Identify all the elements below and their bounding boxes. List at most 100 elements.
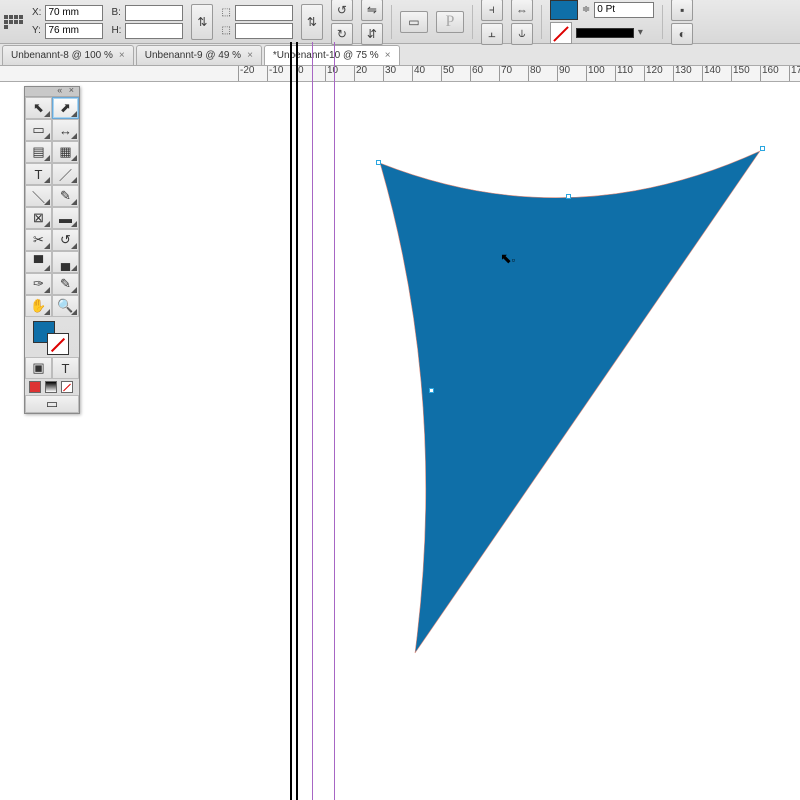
content-place-tool[interactable]: ▦ [52, 141, 79, 163]
handle-t[interactable] [566, 194, 571, 199]
ruler-tick: 10 [325, 66, 338, 82]
ruler-tick: 30 [383, 66, 396, 82]
ruler-tick: -10 [267, 66, 283, 82]
pen-tool[interactable]: ＼ [25, 185, 52, 207]
ruler-horizontal: -20-100102030405060708090100110120130140… [0, 66, 800, 82]
scale-y-input[interactable] [235, 23, 293, 39]
ruler-tick: 20 [354, 66, 367, 82]
flip-h-icon[interactable]: ⇋ [361, 0, 383, 21]
document-tabs: Unbenannt-8 @ 100 %×Unbenannt-9 @ 49 %×*… [0, 44, 800, 66]
tab-2[interactable]: *Unbenannt-10 @ 75 %× [264, 45, 400, 65]
rectangle-frame-tool[interactable]: ⊠ [25, 207, 52, 229]
handle-tl[interactable] [376, 160, 381, 165]
ruler-tick: 150 [731, 66, 750, 82]
apply-color[interactable] [29, 381, 41, 393]
page-edge-left [290, 42, 292, 800]
fill-stroke-proxy[interactable] [25, 317, 79, 357]
h-input[interactable] [125, 23, 183, 39]
handle-l[interactable] [429, 388, 434, 393]
scale-fields: ⬚ ⬚ [221, 5, 292, 39]
rotate-ccw-icon[interactable]: ↺ [331, 0, 353, 21]
w-label: B: [111, 7, 121, 18]
page-tool[interactable]: ▭ [25, 119, 52, 141]
opacity-icon[interactable]: ◐ [671, 23, 693, 45]
stroke-swatch[interactable] [550, 22, 572, 44]
x-input[interactable] [45, 5, 103, 21]
ruler-tick: 80 [528, 66, 541, 82]
close-icon[interactable]: × [247, 50, 253, 61]
ruler-tick: 100 [586, 66, 605, 82]
align-1-icon[interactable]: ⫞ [481, 0, 503, 21]
line-tool[interactable]: ／ [52, 163, 79, 185]
distribute-1-icon[interactable]: ⇔ [511, 0, 533, 21]
select-content-icon[interactable]: P [436, 11, 464, 33]
selected-shape[interactable] [370, 148, 770, 668]
selection-tool[interactable]: ⬉ [25, 97, 52, 119]
stroke-style-menu-icon[interactable]: ▾ [638, 27, 643, 38]
ruler-tick: 160 [760, 66, 779, 82]
align-2-icon[interactable]: ⫠ [481, 23, 503, 45]
handle-tr[interactable] [760, 146, 765, 151]
stroke-style[interactable] [576, 28, 634, 38]
h-label: H: [111, 25, 121, 36]
size-fields: B: H: [111, 5, 183, 39]
reference-point-icon[interactable] [4, 15, 24, 29]
apply-gradient[interactable] [45, 381, 57, 393]
margin-guide-left-2 [334, 42, 335, 800]
ruler-tick: 110 [615, 66, 633, 82]
tab-0[interactable]: Unbenannt-8 @ 100 % × [2, 45, 134, 65]
rectangle-tool[interactable]: ▬ [52, 207, 79, 229]
ruler-tick: 50 [441, 66, 454, 82]
ruler-tick: -20 [238, 66, 254, 82]
constrain-proportions-icon[interactable]: ⇅ [191, 4, 213, 40]
y-input[interactable] [45, 23, 103, 39]
direct-selection-tool[interactable]: ⬈ [52, 97, 79, 119]
tab-1[interactable]: Unbenannt-9 @ 49 %× [136, 45, 262, 65]
pencil-tool[interactable]: ✎ [52, 185, 79, 207]
ruler-tick: 70 [499, 66, 512, 82]
content-collect-tool[interactable]: ▤ [25, 141, 52, 163]
apply-row [25, 379, 79, 395]
formatting-text-icon[interactable]: T [52, 357, 79, 379]
canvas[interactable]: ⬉▫ [0, 82, 800, 600]
hand-tool[interactable]: ✋ [25, 295, 52, 317]
stroke-weight-input[interactable] [594, 2, 654, 18]
note-tool[interactable]: ✑ [25, 273, 52, 295]
type-tool[interactable]: T [25, 163, 52, 185]
w-input[interactable] [125, 5, 183, 21]
fill-swatch[interactable] [550, 0, 578, 20]
tab-label: Unbenannt-8 @ 100 % [11, 50, 113, 61]
select-container-icon[interactable]: ▭ [400, 11, 428, 33]
close-icon[interactable]: × [385, 50, 391, 61]
stroke-proxy[interactable] [47, 333, 69, 355]
control-bar: X: Y: B: H: ⇅ ⬚ ⬚ ⇅ ↺ ↻ ⇋ ⇵ ▭ P ⫞ ⫠ ⇔ ⫝ … [0, 0, 800, 44]
position-fields: X: Y: [32, 5, 103, 39]
stroke-step-icon[interactable]: ≑ [582, 4, 590, 15]
constrain-scale-icon[interactable]: ⇅ [301, 4, 323, 40]
tools-panel[interactable]: ⬉⬈▭↔▤▦T／＼✎⊠▬✂↺▀▄✑✎✋🔍 ▣ T ▭ [24, 86, 80, 414]
scale-x-input[interactable] [235, 5, 293, 21]
apply-none[interactable] [61, 381, 73, 393]
page-spine [296, 42, 298, 800]
free-transform-tool[interactable]: ↺ [52, 229, 79, 251]
scissors-tool[interactable]: ✂ [25, 229, 52, 251]
gradient-swatch-tool[interactable]: ▀ [25, 251, 52, 273]
ruler-tick: 130 [673, 66, 692, 82]
gap-tool[interactable]: ↔ [52, 119, 79, 141]
eyedropper-tool[interactable]: ✎ [52, 273, 79, 295]
tools-panel-header[interactable] [25, 87, 79, 97]
view-mode-icon[interactable]: ▭ [25, 395, 79, 413]
x-label: X: [32, 7, 41, 18]
ruler-tick: 140 [702, 66, 721, 82]
distribute-2-icon[interactable]: ⫝ [511, 23, 533, 45]
formatting-container-icon[interactable]: ▣ [25, 357, 52, 379]
fx-icon[interactable]: ▪ [671, 0, 693, 21]
margin-guide-left [312, 42, 313, 800]
gradient-feather-tool[interactable]: ▄ [52, 251, 79, 273]
close-icon[interactable]: × [119, 50, 125, 61]
zoom-tool[interactable]: 🔍 [52, 295, 79, 317]
y-label: Y: [32, 25, 41, 36]
ruler-tick: 120 [644, 66, 663, 82]
flip-v-icon[interactable]: ⇵ [361, 23, 383, 45]
ruler-tick: 60 [470, 66, 483, 82]
